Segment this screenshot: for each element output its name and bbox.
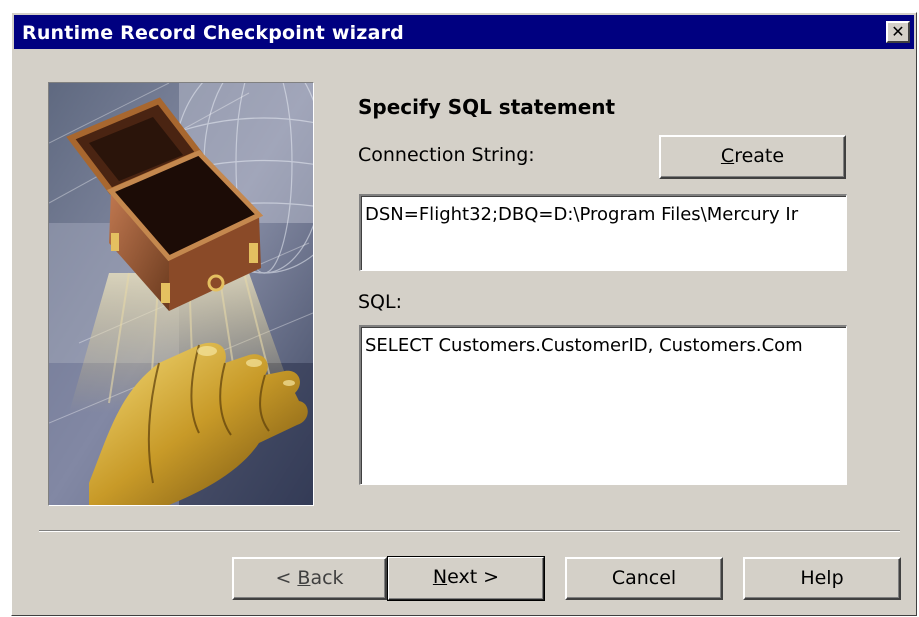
next-accel-key: N — [432, 566, 448, 588]
treasure-box-and-golden-hand-illustration — [49, 83, 313, 505]
sql-label: SQL: — [358, 291, 403, 313]
create-button[interactable]: Create — [659, 135, 846, 179]
back-button-prefix: < — [275, 567, 298, 589]
help-button-label: Help — [800, 567, 844, 589]
next-button[interactable]: Next > — [387, 556, 545, 601]
footer-separator — [39, 530, 900, 532]
back-accel-key: B — [297, 567, 311, 589]
connection-string-label: Connection String: — [358, 144, 535, 166]
back-button-label: ack — [310, 567, 344, 589]
next-button-label: ext > — [447, 566, 500, 588]
wizard-dialog: Runtime Record Checkpoint wizard ✕ Speci… — [11, 12, 917, 616]
step-heading: Specify SQL statement — [358, 95, 616, 119]
wizard-illustration — [48, 82, 314, 506]
create-button-label: reate — [734, 145, 785, 167]
help-button[interactable]: Help — [743, 557, 901, 600]
close-icon: ✕ — [891, 22, 905, 41]
window-title: Runtime Record Checkpoint wizard — [22, 22, 404, 44]
close-button[interactable]: ✕ — [886, 21, 910, 43]
connection-string-field[interactable]: DSN=Flight32;DBQ=D:\Program Files\Mercur… — [359, 194, 847, 271]
back-button[interactable]: < Back — [232, 557, 387, 600]
create-accel-key: C — [720, 145, 735, 167]
cancel-button-label: Cancel — [611, 567, 677, 589]
title-bar[interactable]: Runtime Record Checkpoint wizard ✕ — [14, 15, 914, 49]
cancel-button[interactable]: Cancel — [565, 557, 723, 600]
sql-field[interactable]: SELECT Customers.CustomerID, Customers.C… — [359, 325, 847, 485]
